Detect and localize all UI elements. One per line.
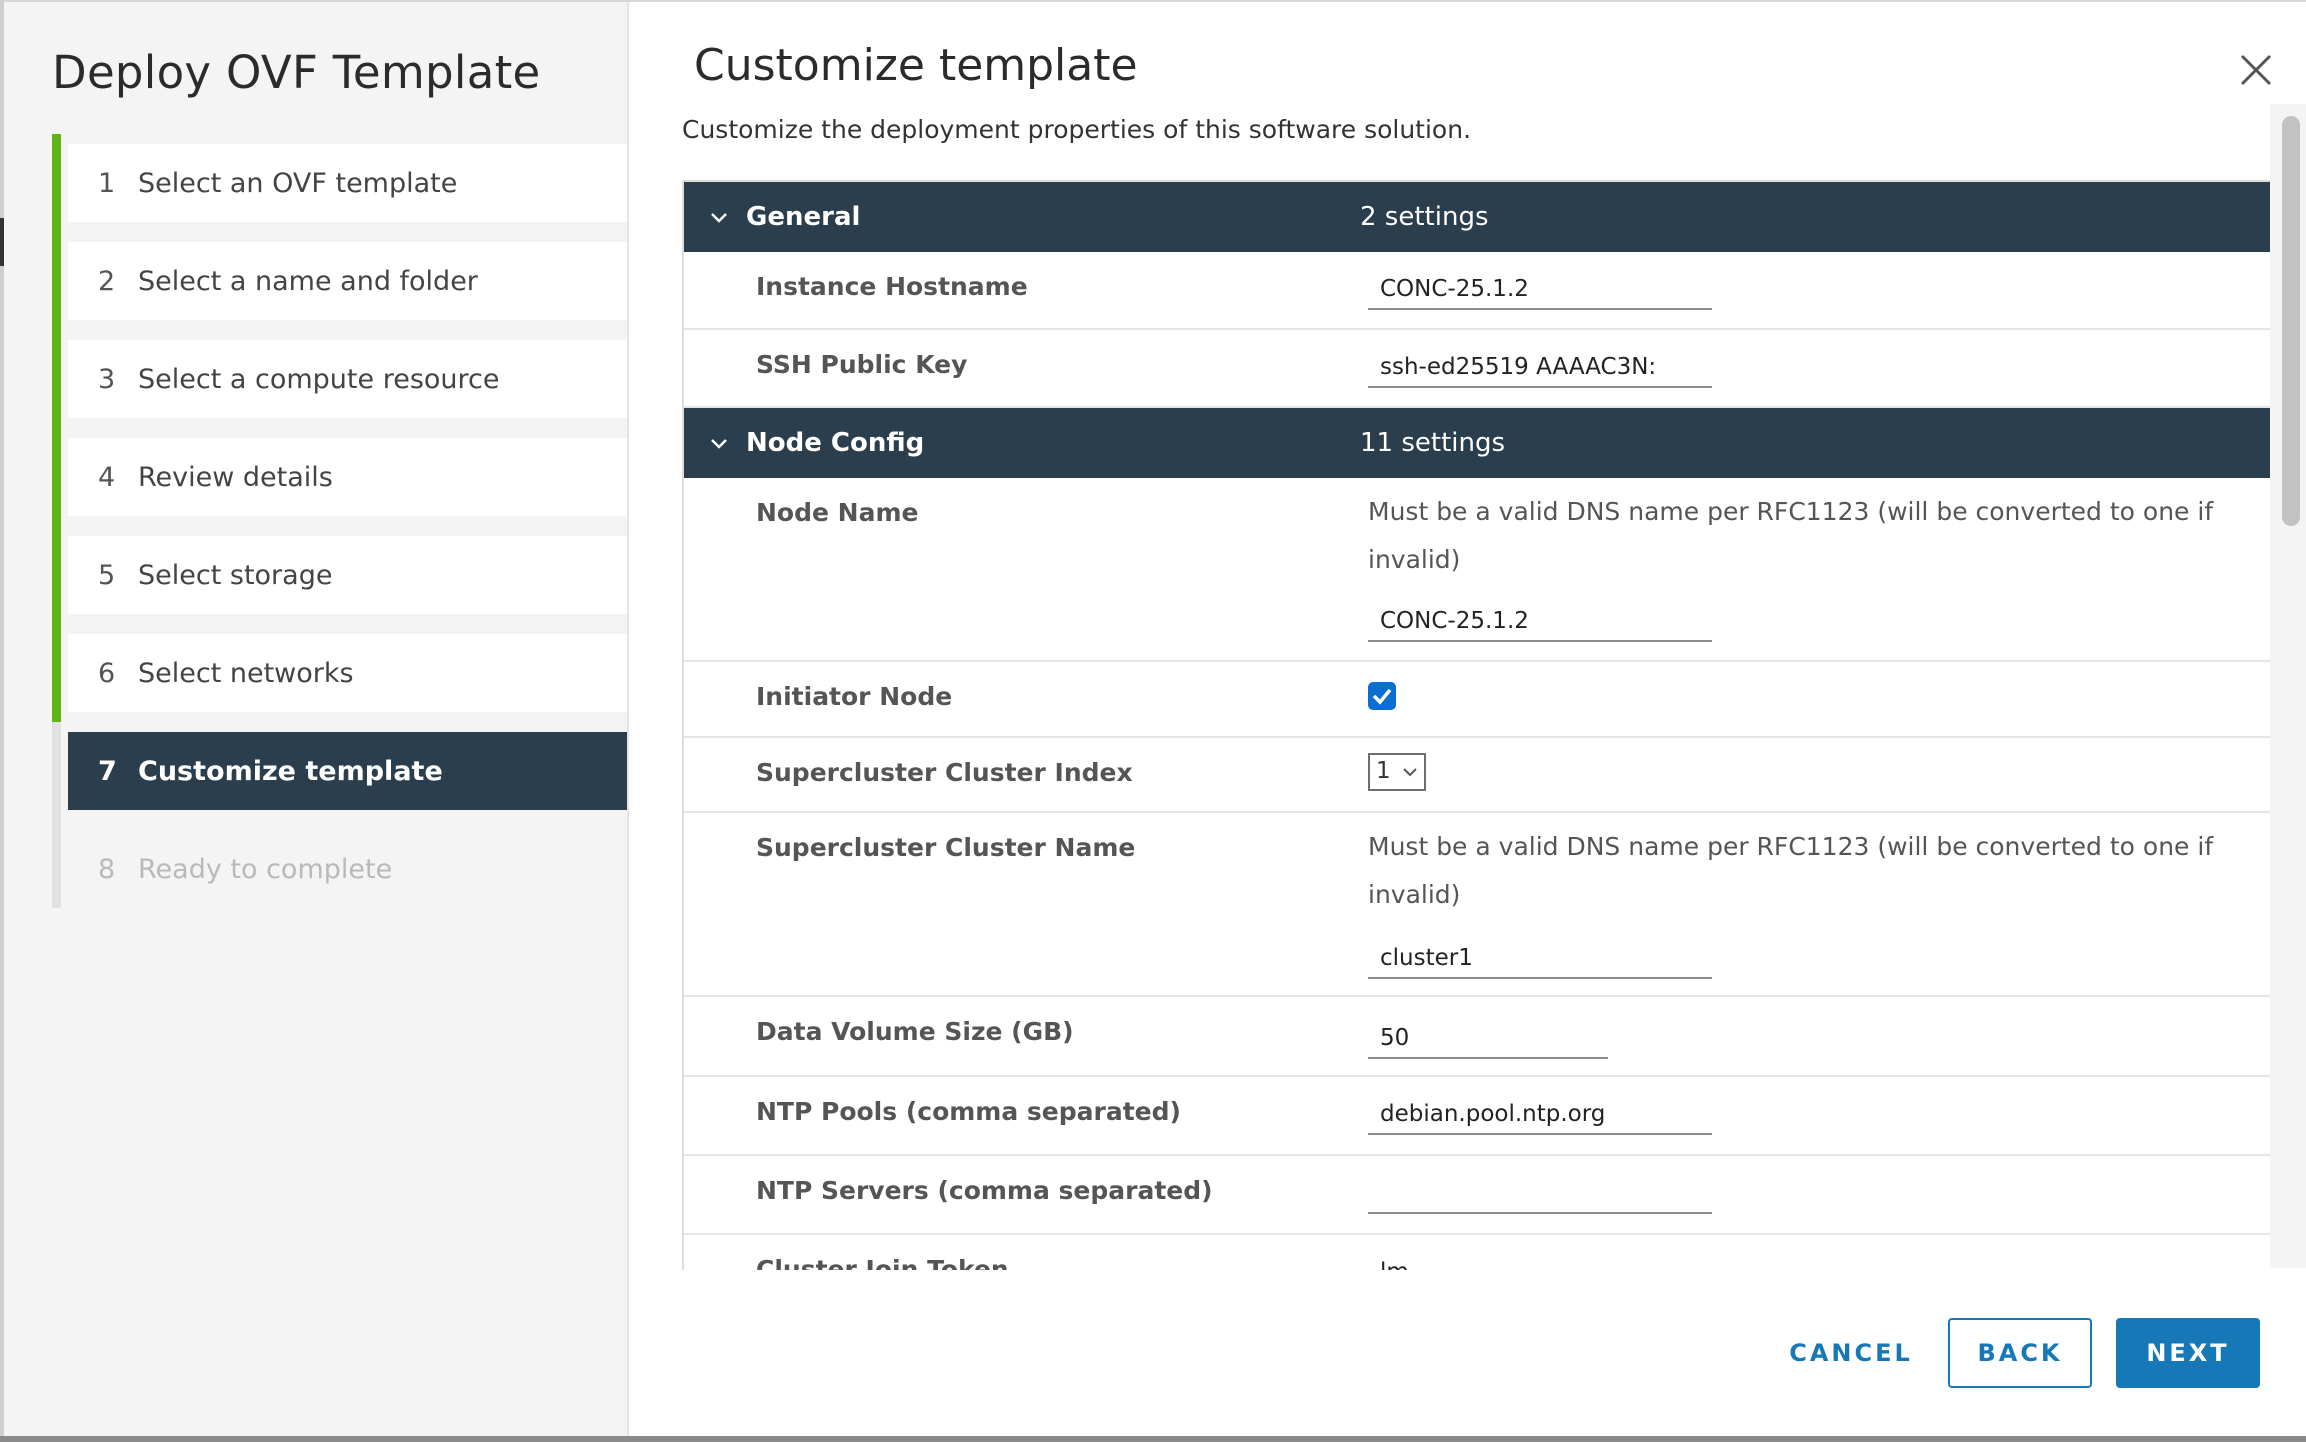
row-supercluster-name: Supercluster Cluster Name Must be a vali… [684, 813, 2272, 997]
step-progress-bar [52, 526, 61, 624]
wizard-step-6[interactable]: 6 Select networks [52, 624, 627, 722]
ssh-public-key-input[interactable] [1368, 348, 1712, 388]
wizard-title: Deploy OVF Template [52, 46, 541, 99]
step-label: Select storage [138, 559, 333, 591]
wizard-step-8: 8 Ready to complete [52, 820, 627, 908]
step-progress-bar [52, 134, 61, 232]
supercluster-index-select[interactable]: 1 [1368, 753, 1426, 791]
row-label: Supercluster Cluster Name [756, 833, 1136, 862]
step-label: Select an OVF template [138, 167, 458, 199]
step-number: 6 [98, 657, 116, 689]
supercluster-name-input[interactable] [1368, 939, 1712, 979]
row-instance-hostname: Instance Hostname [684, 252, 2272, 330]
wizard-step-2[interactable]: 2 Select a name and folder [52, 232, 627, 330]
window-bottom-edge [0, 1436, 2306, 1442]
row-cluster-join-token: Cluster Join Token [684, 1235, 2272, 1270]
node-name-input[interactable] [1368, 602, 1712, 642]
row-label: SSH Public Key [756, 350, 968, 379]
step-number: 5 [98, 559, 116, 591]
row-label: Cluster Join Token [756, 1255, 1009, 1270]
select-value: 1 [1376, 758, 1391, 784]
section-general-header[interactable]: General 2 settings [684, 182, 2272, 252]
instance-hostname-input[interactable] [1368, 270, 1712, 310]
step-progress-bar [52, 722, 61, 820]
row-label: Supercluster Cluster Index [756, 758, 1133, 787]
step-number: 2 [98, 265, 116, 297]
data-volume-size-input[interactable] [1368, 1019, 1608, 1059]
checkmark-icon [1372, 688, 1392, 705]
section-count: 2 settings [1360, 202, 1489, 232]
cluster-join-token-input[interactable] [1368, 1253, 1712, 1270]
step-label: Select a name and folder [138, 265, 478, 297]
chevron-down-icon [711, 439, 727, 449]
row-node-name: Node Name Must be a valid DNS name per R… [684, 478, 2272, 662]
wizard-sidebar: Deploy OVF Template 1 Select an OVF temp… [4, 2, 629, 1436]
row-label: Node Name [756, 498, 919, 527]
page-title: Customize template [694, 40, 1138, 91]
step-label: Select a compute resource [138, 363, 500, 395]
row-ntp-servers: NTP Servers (comma separated) [684, 1156, 2272, 1235]
close-button[interactable] [2236, 50, 2276, 90]
row-label: Instance Hostname [756, 272, 1028, 301]
step-label: Select networks [138, 657, 354, 689]
cancel-button[interactable]: CANCEL [1772, 1318, 1930, 1388]
back-button[interactable]: BACK [1948, 1318, 2092, 1388]
step-number: 7 [98, 755, 117, 787]
wizard-steps: 1 Select an OVF template 2 Select a name… [52, 134, 627, 928]
row-label: NTP Servers (comma separated) [756, 1176, 1213, 1205]
wizard-step-3[interactable]: 3 Select a compute resource [52, 330, 627, 428]
field-help-text: Must be a valid DNS name per RFC1123 (wi… [1368, 497, 2214, 574]
ntp-pools-input[interactable] [1368, 1095, 1712, 1135]
step-number: 3 [98, 363, 116, 395]
row-supercluster-index: Supercluster Cluster Index 1 [684, 738, 2272, 813]
ntp-servers-input[interactable] [1368, 1174, 1712, 1214]
row-data-volume-size: Data Volume Size (GB) [684, 997, 2272, 1077]
wizard-step-4[interactable]: 4 Review details [52, 428, 627, 526]
properties-grid: General 2 settings Instance Hostname SSH… [682, 180, 2272, 1270]
next-button[interactable]: NEXT [2116, 1318, 2260, 1388]
page-subtitle: Customize the deployment properties of t… [682, 115, 1472, 144]
section-name: Node Config [746, 428, 925, 458]
step-number: 8 [98, 853, 116, 885]
row-initiator-node: Initiator Node [684, 662, 2272, 738]
section-node-config-header[interactable]: Node Config 11 settings [684, 408, 2272, 478]
row-label: Initiator Node [756, 682, 953, 711]
step-label: Customize template [138, 755, 443, 787]
wizard-step-1[interactable]: 1 Select an OVF template [52, 134, 627, 232]
step-number: 1 [98, 167, 116, 199]
step-label: Ready to complete [138, 853, 393, 885]
step-label: Review details [138, 461, 333, 493]
section-name: General [746, 202, 861, 232]
wizard-step-5[interactable]: 5 Select storage [52, 526, 627, 624]
step-progress-bar [52, 232, 61, 330]
wizard-step-7[interactable]: 7 Customize template [52, 722, 627, 820]
step-progress-bar [52, 820, 61, 908]
chevron-down-icon [1403, 768, 1417, 777]
step-progress-bar [52, 624, 61, 722]
chevron-down-icon [711, 213, 727, 223]
row-ntp-pools: NTP Pools (comma separated) [684, 1077, 2272, 1156]
row-label: Data Volume Size (GB) [756, 1017, 1074, 1046]
section-count: 11 settings [1360, 428, 1506, 458]
step-progress-bar [52, 330, 61, 428]
scrollbar-thumb[interactable] [2282, 116, 2300, 526]
step-number: 4 [98, 461, 116, 493]
initiator-node-checkbox[interactable] [1368, 682, 1396, 710]
row-label: NTP Pools (comma separated) [756, 1097, 1181, 1126]
close-icon [2240, 54, 2272, 86]
step-progress-bar [52, 428, 61, 526]
row-ssh-public-key: SSH Public Key [684, 330, 2272, 408]
field-help-text: Must be a valid DNS name per RFC1123 (wi… [1368, 832, 2214, 909]
